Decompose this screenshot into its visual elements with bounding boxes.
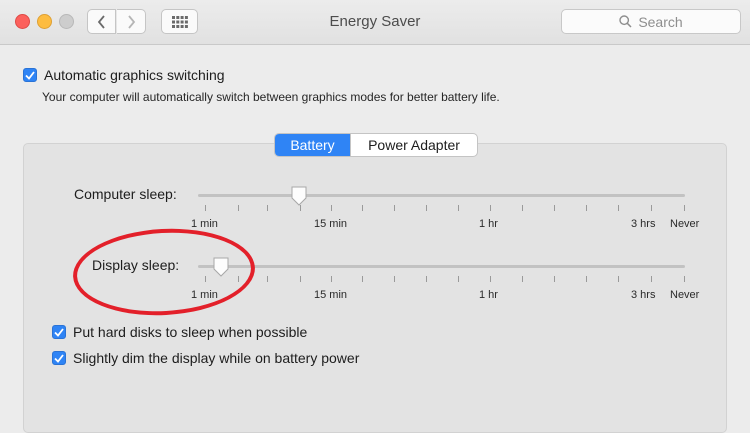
dim-display-row[interactable]: Slightly dim the display while on batter… xyxy=(52,350,359,366)
computer-sleep-scale-3hrs: 3 hrs xyxy=(631,218,656,230)
slider-tick xyxy=(331,276,332,282)
slider-tick xyxy=(458,205,459,211)
computer-sleep-scale-never: Never xyxy=(670,218,700,230)
hard-disks-sleep-label: Put hard disks to sleep when possible xyxy=(73,324,308,340)
computer-sleep-slider[interactable] xyxy=(198,194,685,197)
display-sleep-scale-15min: 15 min xyxy=(314,289,348,301)
slider-tick xyxy=(267,205,268,211)
computer-sleep-thumb[interactable] xyxy=(290,186,308,206)
hard-disks-sleep-row[interactable]: Put hard disks to sleep when possible xyxy=(52,324,307,340)
dim-display-label: Slightly dim the display while on batter… xyxy=(73,350,360,366)
computer-sleep-scale-1hr: 1 hr xyxy=(479,218,498,230)
slider-tick xyxy=(522,276,523,282)
slider-tick xyxy=(267,276,268,282)
checkmark-icon xyxy=(54,327,64,337)
computer-sleep-scale-15min: 15 min xyxy=(314,218,348,230)
display-sleep-scale-1hr: 1 hr xyxy=(479,289,498,301)
slider-tick xyxy=(362,205,363,211)
slider-tick xyxy=(426,205,427,211)
slider-tick xyxy=(362,276,363,282)
slider-tick xyxy=(394,276,395,282)
tab-battery[interactable]: Battery xyxy=(275,134,350,156)
slider-tick xyxy=(684,205,685,211)
computer-sleep-label: Computer sleep: xyxy=(74,186,177,202)
checkmark-icon xyxy=(25,70,35,80)
slider-tick xyxy=(586,276,587,282)
slider-tick xyxy=(426,276,427,282)
graphics-switching-label: Automatic graphics switching xyxy=(44,67,225,83)
slider-tick xyxy=(554,205,555,211)
checkmark-icon xyxy=(54,353,64,363)
slider-tick xyxy=(458,276,459,282)
slider-tick xyxy=(522,205,523,211)
hard-disks-sleep-checkbox[interactable] xyxy=(52,325,66,339)
display-sleep-scale-3hrs: 3 hrs xyxy=(631,289,656,301)
slider-tick xyxy=(618,276,619,282)
title-bar: Energy Saver Search xyxy=(0,0,750,45)
slider-tick xyxy=(490,276,491,282)
tab-power-adapter[interactable]: Power Adapter xyxy=(350,134,477,156)
slider-tick xyxy=(618,205,619,211)
slider-tick xyxy=(205,205,206,211)
computer-sleep-scale-1min: 1 min xyxy=(191,218,218,230)
slider-tick xyxy=(238,205,239,211)
graphics-switching-checkbox[interactable] xyxy=(23,68,37,82)
search-field[interactable]: Search xyxy=(561,9,741,34)
display-sleep-scale-never: Never xyxy=(670,289,700,301)
slider-tick xyxy=(554,276,555,282)
slider-tick xyxy=(331,205,332,211)
power-source-tabs: Battery Power Adapter xyxy=(274,133,478,157)
graphics-switching-row[interactable]: Automatic graphics switching xyxy=(23,67,225,83)
slider-tick xyxy=(651,205,652,211)
dim-display-checkbox[interactable] xyxy=(52,351,66,365)
search-icon xyxy=(619,15,632,28)
graphics-switching-description: Your computer will automatically switch … xyxy=(42,90,500,104)
display-sleep-slider[interactable] xyxy=(198,265,685,268)
search-placeholder: Search xyxy=(638,13,683,30)
slider-tick xyxy=(684,276,685,282)
slider-tick xyxy=(651,276,652,282)
slider-tick xyxy=(394,205,395,211)
slider-tick xyxy=(490,205,491,211)
slider-tick xyxy=(586,205,587,211)
slider-tick xyxy=(300,276,301,282)
